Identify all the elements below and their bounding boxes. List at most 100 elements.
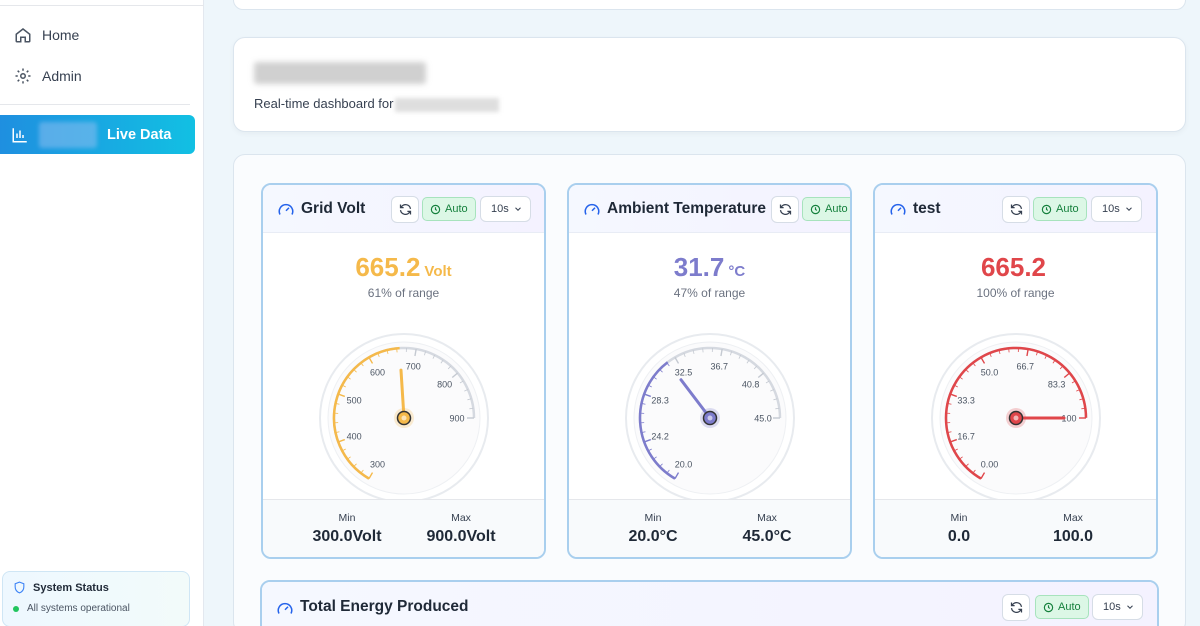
interval-value: 10s — [1103, 601, 1121, 613]
system-status-card: System Status All systems operational — [2, 571, 190, 626]
sidebar-top-divider — [0, 0, 204, 6]
gauge-tick — [775, 407, 780, 410]
gauge-card: Grid Volt Auto 10s 665.2 Volt 61% of range 300… — [261, 183, 546, 559]
interval-value: 10s — [491, 203, 509, 215]
card-header: Total Energy Produced Auto 10s — [262, 582, 1157, 626]
sidebar-item-admin[interactable]: Admin — [10, 58, 195, 94]
auto-label: Auto — [445, 203, 468, 215]
refresh-button[interactable] — [771, 196, 799, 223]
card-header: test Auto 10s — [875, 185, 1156, 233]
interval-select[interactable]: 10s — [480, 196, 531, 222]
interval-select[interactable]: 10s — [1092, 594, 1143, 620]
gauge-tick-label: 40.8 — [742, 379, 760, 389]
gauge-tick-label: 50.0 — [981, 368, 999, 378]
reading-row: 665.2 Volt — [263, 252, 544, 283]
sidebar-item-live-data[interactable]: Live Data — [0, 115, 195, 154]
gauge-tick-label: 16.7 — [957, 432, 975, 442]
card-header: Grid Volt Auto 10s — [263, 185, 544, 233]
speedometer-icon — [277, 602, 293, 614]
min-value: 20.0°C — [628, 528, 678, 545]
chevron-down-icon — [515, 207, 521, 211]
clock-icon — [810, 204, 821, 214]
gauge-tick-label: 800 — [437, 379, 452, 389]
auto-refresh-toggle[interactable]: Auto — [1035, 595, 1089, 619]
interval-select[interactable]: 10s — [1091, 196, 1142, 222]
page-subtitle: Real-time dashboard for — [254, 96, 500, 112]
refresh-button[interactable] — [1002, 196, 1030, 223]
reading-unit: °C — [728, 263, 746, 280]
auto-refresh-toggle[interactable]: Auto — [802, 197, 850, 221]
status-text: All systems operational — [27, 603, 130, 614]
sidebar-item-label: Home — [42, 27, 80, 43]
needle-hub-center — [707, 415, 713, 421]
redacted-page-title — [254, 62, 426, 84]
refresh-button[interactable] — [1002, 594, 1030, 621]
sidebar: Home Admin Live Data System Status All s… — [0, 0, 204, 626]
gauge-tick-label: 20.0 — [675, 459, 693, 469]
speedometer-icon — [890, 203, 906, 215]
sidebar-item-label: Admin — [42, 68, 82, 84]
needle-hub-center — [1013, 415, 1019, 421]
card-title: Ambient Temperature — [607, 200, 767, 217]
card-header: Ambient Temperature Auto — [569, 185, 850, 233]
gauge-tick-label: 300 — [370, 459, 385, 469]
refresh-icon — [779, 204, 791, 215]
speedometer-icon — [584, 203, 600, 215]
gauge-tick — [469, 407, 474, 410]
auto-refresh-toggle[interactable]: Auto — [1033, 197, 1087, 221]
status-dot — [13, 605, 19, 612]
gauge-tick-label: 83.3 — [1048, 379, 1066, 389]
gauge-tick — [1081, 407, 1086, 410]
gauge-tick-label: 500 — [347, 395, 362, 405]
auto-refresh-toggle[interactable]: Auto — [422, 197, 476, 221]
sidebar-divider — [0, 104, 190, 105]
reading-unit: Volt — [424, 263, 452, 280]
card-title: test — [913, 200, 941, 217]
card-footer: Min 20.0°C Max 45.0°C — [569, 499, 850, 557]
gauge-dial: 20.0 24.2 28.3 32.5 36.7 40.8 45.0 — [625, 333, 795, 503]
clock-icon — [430, 204, 441, 214]
reading-row: 31.7 °C — [569, 252, 850, 283]
max-value: 45.0°C — [742, 528, 792, 545]
sidebar-item-label: Live Data — [107, 126, 172, 143]
gauge-card: test Auto 10s 665.2 100% of range 0.00 16.7 33.… — [873, 183, 1158, 559]
range-percent: 47% of range — [673, 286, 746, 300]
min-label: Min — [950, 512, 968, 524]
gauge-tick-label: 0.00 — [981, 459, 999, 469]
gauge-tick-label: 36.7 — [710, 361, 728, 371]
max-value: 100.0 — [1052, 528, 1094, 545]
gauge-tick-label: 45.0 — [754, 414, 772, 424]
gear-icon — [15, 68, 31, 84]
range-percent: 61% of range — [367, 286, 440, 300]
top-card — [233, 0, 1186, 10]
min-value: 0.0 — [947, 528, 971, 545]
auto-label: Auto — [825, 203, 848, 215]
reading-row: 665.2 — [875, 252, 1156, 283]
card-title: Grid Volt — [301, 200, 366, 217]
chevron-down-icon — [1126, 207, 1132, 211]
refresh-icon — [1010, 204, 1022, 215]
reading-value: 665.2 — [355, 252, 421, 282]
gauge-tick-label: 600 — [370, 368, 385, 378]
needle-hub-center — [401, 415, 407, 421]
refresh-icon — [1010, 602, 1022, 613]
auto-label: Auto — [1056, 203, 1079, 215]
refresh-button[interactable] — [391, 196, 419, 223]
total-energy-card: Total Energy Produced Auto 10s — [260, 580, 1159, 626]
min-label: Min — [644, 512, 662, 524]
max-label: Max — [1063, 512, 1083, 524]
sidebar-item-home[interactable]: Home — [10, 17, 195, 53]
gauge-tick-label: 700 — [406, 361, 421, 371]
max-label: Max — [757, 512, 777, 524]
max-value: 900.0Volt — [426, 528, 496, 545]
chevron-down-icon — [1127, 605, 1133, 609]
range-percent: 100% of range — [976, 286, 1055, 300]
clock-icon — [1043, 602, 1054, 612]
gauge-dial: 300 400 500 600 700 800 900 — [319, 333, 489, 503]
min-label: Min — [338, 512, 356, 524]
refresh-icon — [399, 204, 411, 215]
auto-label: Auto — [1058, 601, 1081, 613]
card-footer: Min 300.0Volt Max 900.0Volt — [263, 499, 544, 557]
card-footer: Min 0.0 Max 100.0 — [875, 499, 1156, 557]
gauge-card: Ambient Temperature Auto 31.7 °C 47% of rang… — [567, 183, 852, 559]
